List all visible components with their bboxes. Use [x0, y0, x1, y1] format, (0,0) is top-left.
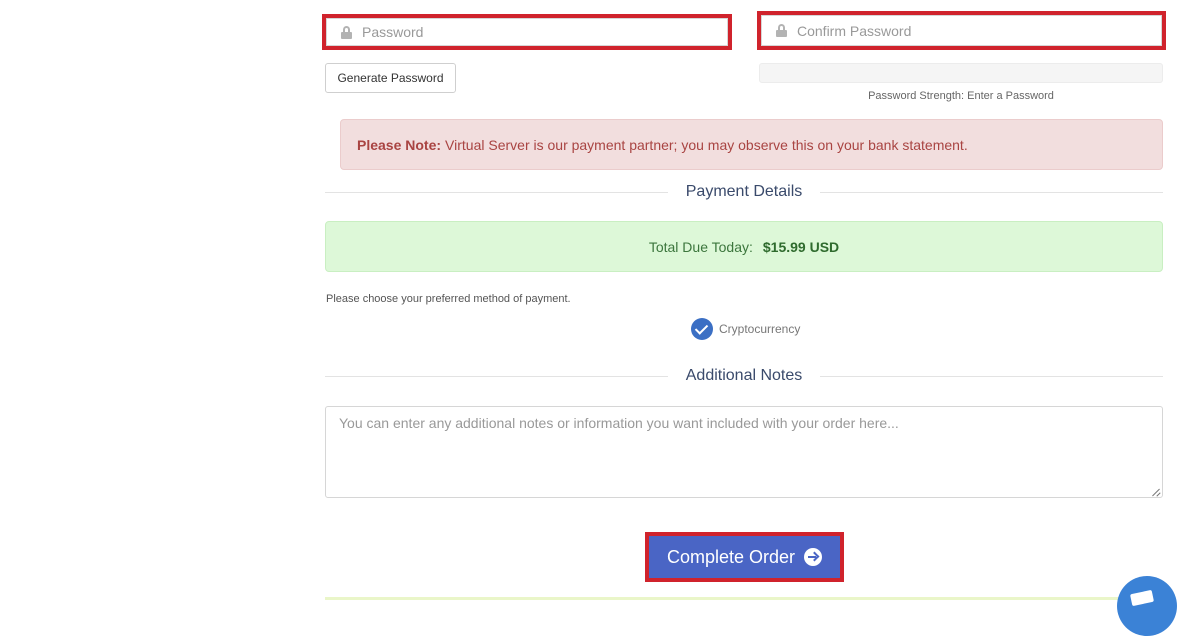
lock-icon — [341, 25, 352, 39]
alert-text: Virtual Server is our payment partner; y… — [445, 136, 968, 153]
confirm-password-input[interactable] — [797, 22, 1161, 39]
password-input-wrapper — [326, 18, 728, 46]
payment-method-cryptocurrency[interactable]: Cryptocurrency — [691, 318, 800, 340]
additional-notes-title: Additional Notes — [685, 367, 803, 384]
password-input[interactable] — [362, 24, 727, 40]
check-circle-icon[interactable] — [691, 318, 713, 340]
total-due-amount: $15.99 USD — [762, 238, 840, 255]
password-strength-text: Password Strength: Enter a Password — [868, 90, 1054, 102]
lock-icon — [776, 24, 787, 37]
payment-details-title: Payment Details — [685, 183, 803, 200]
payment-details-heading: Payment Details — [325, 182, 1163, 202]
confirm-password-field[interactable] — [757, 11, 1166, 50]
total-due-label: Total Due Today: — [648, 238, 753, 255]
alert-prefix: Please Note: — [357, 136, 442, 153]
payment-partner-alert: Please Note: Virtual Server is our payme… — [340, 119, 1163, 170]
chat-icon — [1129, 589, 1155, 607]
additional-notes-heading: Additional Notes — [325, 366, 1164, 386]
generate-password-button[interactable]: Generate Password — [325, 63, 456, 93]
chat-widget-button[interactable] — [1117, 576, 1177, 636]
complete-order-button[interactable]: Complete Order — [649, 536, 840, 578]
payment-method-prompt: Please choose your preferred method of p… — [326, 293, 571, 305]
payment-method-label: Cryptocurrency — [719, 322, 801, 336]
confirm-password-input-wrapper — [761, 15, 1162, 46]
password-field[interactable] — [322, 14, 732, 50]
complete-order-highlight: Complete Order — [645, 532, 844, 582]
additional-notes-textarea[interactable] — [325, 406, 1163, 498]
password-strength-bar — [759, 63, 1163, 83]
arrow-right-circle-icon — [804, 548, 823, 566]
textarea-resize-handle[interactable] — [1151, 486, 1161, 496]
total-due-box: Total Due Today: $15.99 USD — [325, 221, 1163, 272]
complete-order-label: Complete Order — [666, 546, 796, 567]
